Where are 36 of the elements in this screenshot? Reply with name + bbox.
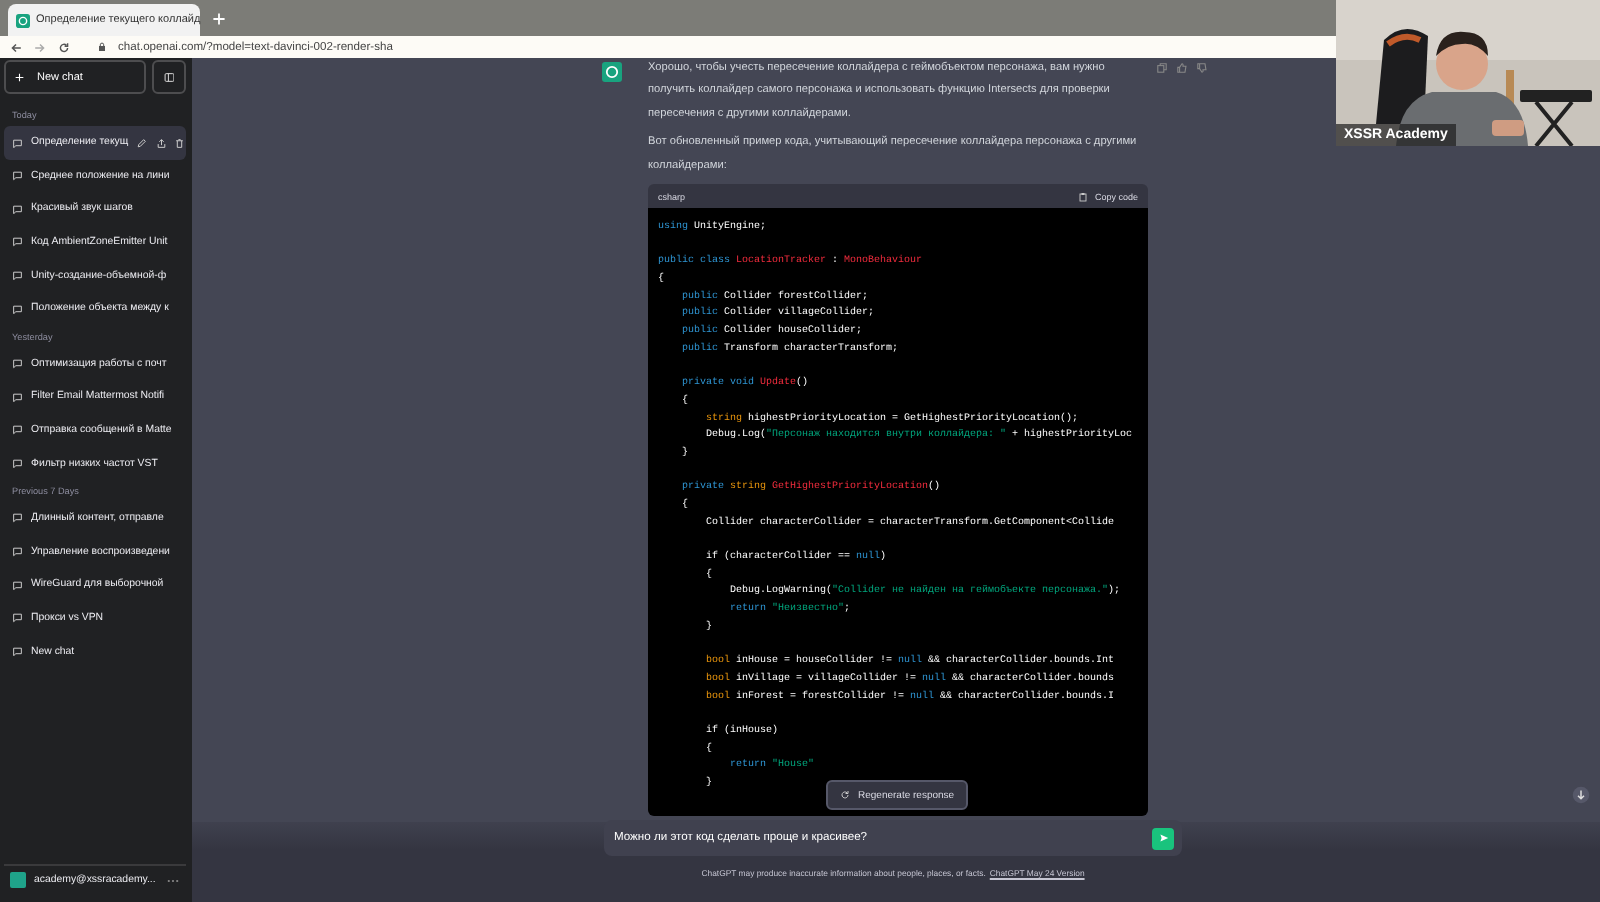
pencil-icon[interactable] xyxy=(136,137,148,149)
chat-bubble-icon xyxy=(12,137,23,149)
chat-bubble-icon xyxy=(12,303,23,315)
thumbs-down-icon[interactable] xyxy=(1196,62,1208,74)
assistant-avatar-icon xyxy=(602,62,622,82)
chat-bubble-icon xyxy=(12,424,23,436)
chat-bubble-icon xyxy=(12,269,23,281)
chat-logo-icon xyxy=(16,13,30,27)
reload-icon[interactable] xyxy=(58,41,70,53)
copy-icon[interactable] xyxy=(1156,62,1168,74)
plus-icon xyxy=(14,71,25,83)
send-button[interactable] xyxy=(1152,827,1174,849)
chat-bubble-icon xyxy=(12,170,23,182)
trash-icon[interactable] xyxy=(174,137,186,149)
refresh-icon xyxy=(840,790,850,800)
chat-bubble-icon xyxy=(12,236,23,248)
chat-bubble-icon xyxy=(12,579,23,591)
chat-bubble-icon xyxy=(12,645,23,657)
clipboard-icon xyxy=(1078,191,1089,202)
share-icon[interactable] xyxy=(155,137,167,149)
back-icon[interactable] xyxy=(10,41,22,53)
chat-bubble-icon xyxy=(12,203,23,215)
chat-bubble-icon xyxy=(12,612,23,624)
send-icon xyxy=(1157,832,1169,844)
lock-icon[interactable] xyxy=(98,42,106,52)
sidebar-icon xyxy=(163,71,175,83)
sidebar-toggle-button[interactable] xyxy=(152,60,186,94)
user-avatar xyxy=(10,872,26,888)
thumbs-up-icon[interactable] xyxy=(1176,62,1188,74)
plus-icon[interactable] xyxy=(212,12,226,26)
chat-bubble-icon xyxy=(12,457,23,469)
scroll-down-icon[interactable] xyxy=(1572,786,1590,804)
chat-bubble-icon xyxy=(12,512,23,524)
chat-bubble-icon xyxy=(12,358,23,370)
chat-bubble-icon xyxy=(12,546,23,558)
chat-bubble-icon xyxy=(12,391,23,403)
